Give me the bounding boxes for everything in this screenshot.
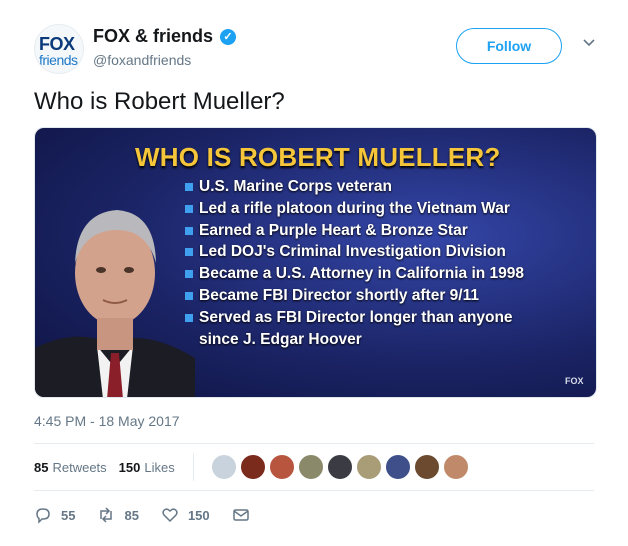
message-icon <box>232 509 249 521</box>
liker-avatar[interactable] <box>355 454 382 480</box>
retweets-label: Retweets <box>52 459 107 475</box>
divider <box>34 443 594 444</box>
tweet-header: FOX friends FOX & friends ✓ @foxandfrien… <box>34 24 602 76</box>
liker-avatar[interactable] <box>297 454 324 480</box>
direct-message-button[interactable] <box>232 506 259 524</box>
liker-avatar[interactable] <box>384 454 411 480</box>
media-bullet-item: Earned a Purple Heart & Bronze Star <box>185 220 545 242</box>
heart-icon <box>162 508 178 523</box>
avatar-friends-text: friends <box>39 52 78 68</box>
retweets-count: 85 <box>34 459 49 475</box>
likes-stat[interactable]: 150 Likes <box>119 460 175 475</box>
tweet-media-image[interactable]: WHO IS ROBERT MUELLER? U.S. Marine Corps… <box>34 127 597 398</box>
liker-avatar[interactable] <box>268 454 295 480</box>
media-bullet-list: U.S. Marine Corps veteran Led a rifle pl… <box>185 176 545 350</box>
liker-avatar[interactable] <box>442 454 469 480</box>
tweet-text: Who is Robert Mueller? <box>34 88 285 115</box>
user-handle[interactable]: @foxandfriends <box>93 52 191 68</box>
divider <box>34 490 594 491</box>
likes-count: 150 <box>118 459 141 475</box>
fox-logo: FOX <box>565 376 584 386</box>
media-title: WHO IS ROBERT MUELLER? <box>135 142 501 172</box>
tweet-actions: 55 85 150 <box>34 505 281 525</box>
reply-count: 55 <box>61 507 76 523</box>
likes-label: Likes <box>144 459 175 475</box>
verified-icon: ✓ <box>220 29 236 45</box>
media-bullet-item: Served as FBI Director longer than anyon… <box>185 307 545 351</box>
media-bullet-item: Became a U.S. Attorney in California in … <box>185 263 545 285</box>
reply-icon <box>36 508 50 524</box>
retweets-stat[interactable]: 85 Retweets <box>34 460 107 475</box>
display-name[interactable]: FOX & friends <box>93 26 213 47</box>
chevron-down-icon[interactable] <box>582 36 596 50</box>
media-bullet-item: Became FBI Director shortly after 9/11 <box>185 285 545 307</box>
media-bullet-item: U.S. Marine Corps veteran <box>185 176 545 198</box>
likers-avatars <box>208 454 469 480</box>
media-bullet-item: Led a rifle platoon during the Vietnam W… <box>185 198 545 220</box>
media-bullet-item: Led DOJ's Criminal Investigation Divisio… <box>185 241 545 263</box>
like-button[interactable]: 150 <box>161 506 210 524</box>
liker-avatar[interactable] <box>326 454 353 480</box>
retweet-count: 85 <box>124 507 139 523</box>
liker-avatar[interactable] <box>210 454 237 480</box>
liker-avatar[interactable] <box>239 454 266 480</box>
avatar[interactable]: FOX friends <box>34 24 84 74</box>
follow-button[interactable]: Follow <box>456 28 562 64</box>
liker-avatar[interactable] <box>413 454 440 480</box>
portrait-photo <box>35 210 195 397</box>
retweet-icon <box>100 507 113 523</box>
tweet-timestamp[interactable]: 4:45 PM - 18 May 2017 <box>34 413 180 429</box>
like-count: 150 <box>187 507 210 523</box>
retweet-button[interactable]: 85 <box>97 506 139 524</box>
tweet-stats: 85 Retweets 150 Likes <box>34 453 469 481</box>
reply-button[interactable]: 55 <box>34 506 75 524</box>
stats-separator <box>192 453 194 481</box>
